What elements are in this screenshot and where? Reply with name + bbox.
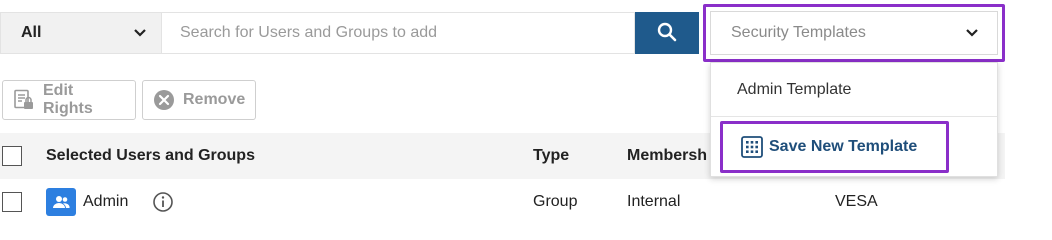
column-header-selected[interactable]: Selected Users and Groups bbox=[46, 147, 255, 165]
group-icon bbox=[46, 188, 76, 216]
edit-rights-button[interactable]: Edit Rights bbox=[2, 80, 136, 120]
column-header-membership[interactable]: Membersh bbox=[627, 147, 707, 165]
remove-label: Remove bbox=[183, 91, 246, 108]
row-source: VESA bbox=[835, 193, 878, 210]
chevron-down-icon bbox=[963, 24, 981, 42]
column-header-type[interactable]: Type bbox=[533, 147, 569, 165]
scope-select[interactable]: All bbox=[0, 12, 162, 54]
menu-item-save-new-template[interactable]: Save New Template bbox=[720, 121, 949, 173]
grid-icon bbox=[741, 136, 763, 158]
search-icon bbox=[657, 22, 677, 45]
edit-rights-label: Edit Rights bbox=[43, 82, 93, 117]
row-checkbox[interactable] bbox=[2, 192, 22, 212]
security-templates-select[interactable]: Security Templates bbox=[703, 4, 1005, 62]
chevron-down-icon bbox=[131, 24, 149, 42]
info-icon[interactable] bbox=[152, 191, 174, 213]
row-type: Group bbox=[533, 193, 578, 210]
remove-button[interactable]: Remove bbox=[142, 80, 256, 120]
scope-select-value: All bbox=[21, 24, 42, 41]
select-all-checkbox[interactable] bbox=[2, 146, 22, 166]
row-name: Admin bbox=[83, 193, 129, 210]
menu-item-label: Save New Template bbox=[769, 138, 918, 155]
security-templates-menu: Admin Template Save New Template bbox=[710, 62, 998, 177]
menu-item-admin-template[interactable]: Admin Template bbox=[711, 63, 997, 117]
table-row: Admin Group Internal VESA bbox=[0, 179, 1005, 225]
remove-circle-icon bbox=[153, 89, 175, 111]
row-membership: Internal bbox=[627, 193, 681, 210]
document-lock-icon bbox=[13, 89, 35, 111]
search-button[interactable] bbox=[635, 12, 699, 54]
search-input[interactable] bbox=[162, 12, 635, 54]
menu-item-label: Admin Template bbox=[737, 80, 852, 98]
security-templates-placeholder: Security Templates bbox=[731, 24, 866, 41]
